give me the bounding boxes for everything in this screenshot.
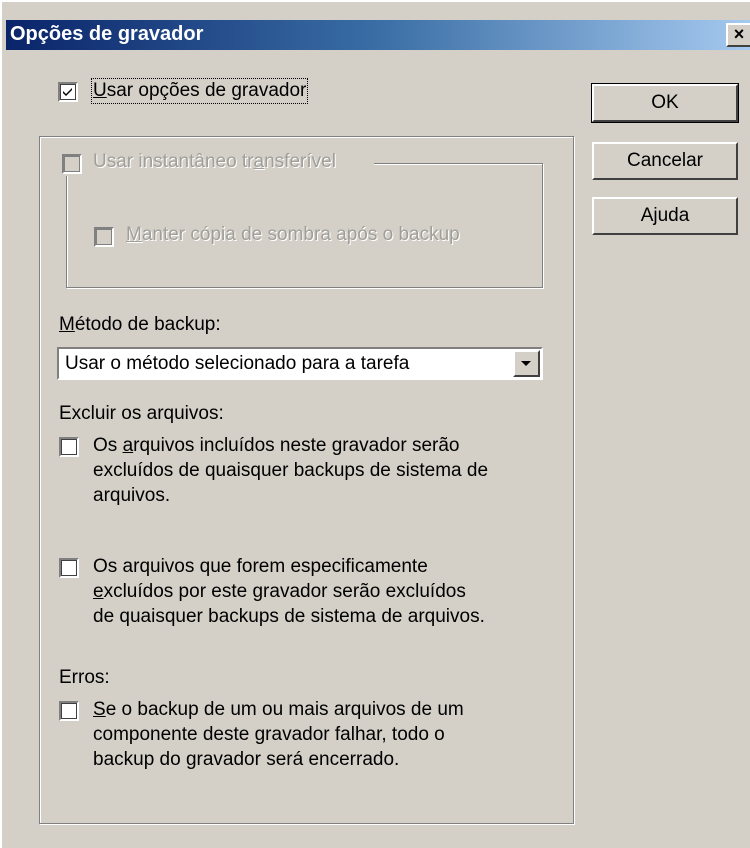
- close-icon: ×: [733, 24, 745, 44]
- keep-shadow-copy-checkbox[interactable]: [94, 227, 114, 247]
- help-button[interactable]: Ajuda: [592, 197, 738, 235]
- cancel-button[interactable]: Cancelar: [592, 142, 738, 180]
- ok-button[interactable]: OK: [591, 83, 739, 123]
- title-bar: Opções de gravador ×: [6, 20, 750, 50]
- exclude-files-header: Excluir os arquivos:: [59, 403, 224, 424]
- errors-header: Erros:: [59, 667, 110, 688]
- use-writer-options-checkbox[interactable]: [58, 82, 78, 102]
- backup-method-value: Usar o método selecionado para a tarefa: [65, 353, 410, 374]
- transportable-snapshot-checkbox[interactable]: [62, 154, 82, 174]
- keep-shadow-copy-label: Manter cópia de sombra após o backup: [126, 224, 460, 245]
- exclude-specific-files-checkbox[interactable]: [59, 558, 79, 578]
- transportable-snapshot-label: Usar instantâneo transferível: [93, 151, 336, 172]
- exclude-included-files-checkbox[interactable]: [59, 437, 79, 457]
- backup-method-select[interactable]: Usar o método selecionado para a tarefa: [57, 347, 543, 380]
- dropdown-button[interactable]: [513, 350, 540, 377]
- use-writer-options-label[interactable]: Usar opções de gravador: [90, 78, 309, 104]
- exclude-included-files-label: Os arquivos incluídos neste gravador ser…: [93, 435, 489, 506]
- dialog-title: Opções de gravador: [10, 23, 204, 45]
- close-button[interactable]: ×: [726, 23, 750, 47]
- fail-on-error-checkbox[interactable]: [59, 701, 79, 721]
- checkmark-icon: [63, 88, 72, 96]
- backup-method-label: Método de backup:: [59, 314, 221, 335]
- exclude-specific-files-label: Os arquivos que forem especificamente ex…: [93, 556, 485, 627]
- chevron-down-icon: [521, 361, 531, 366]
- writer-options-dialog: Opções de gravador × Usar opções de grav…: [0, 0, 750, 848]
- fail-on-error-label: Se o backup de um ou mais arquivos de um…: [93, 699, 464, 770]
